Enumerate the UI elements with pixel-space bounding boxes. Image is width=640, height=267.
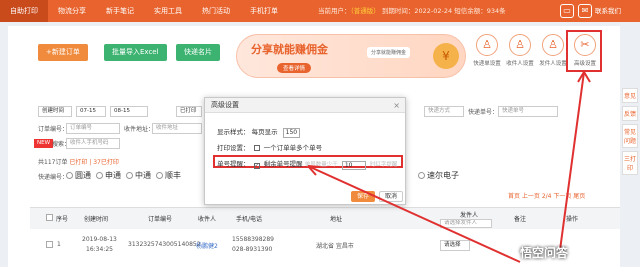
arrow-head-settings-2 — [583, 71, 591, 83]
annotation-arrows — [307, 71, 591, 263]
arrow-line-to-settings — [559, 71, 585, 251]
watermark: 悟空问答 — [520, 246, 569, 260]
arrow-line-to-remind — [307, 165, 521, 263]
